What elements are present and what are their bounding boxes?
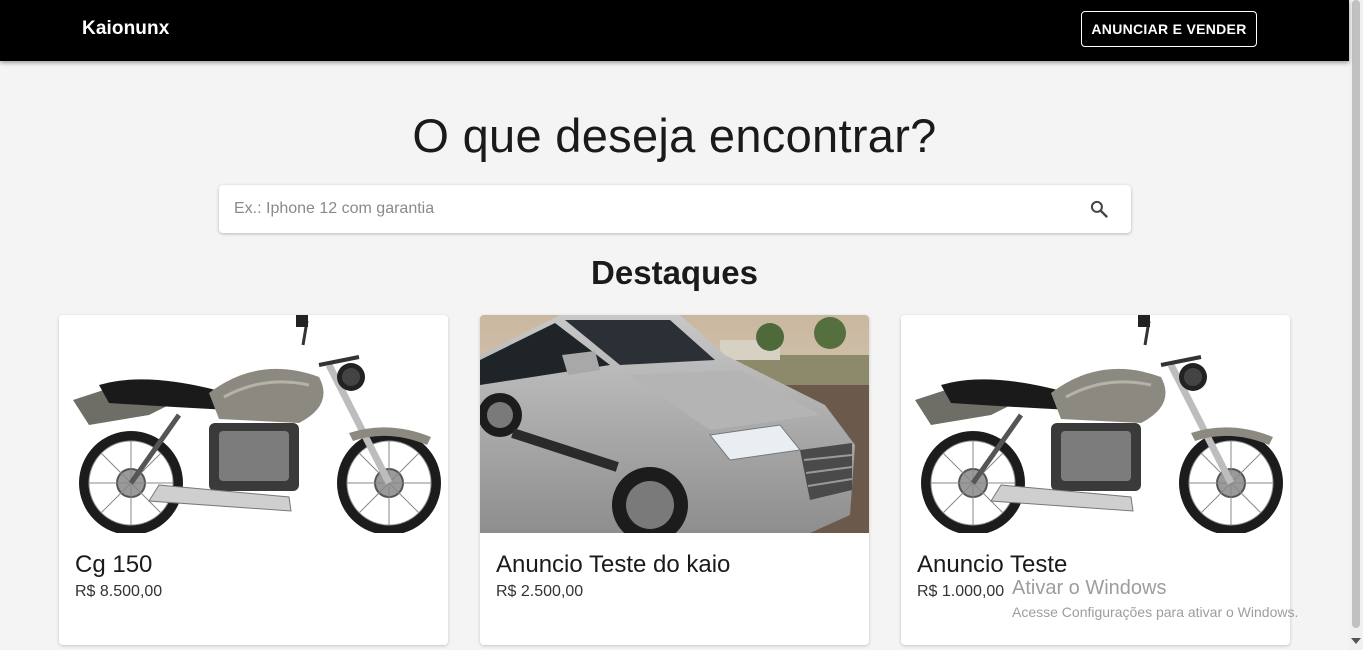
listing-title: Anuncio Teste do kaio [496,551,731,578]
scroll-down-arrow-icon[interactable] [1351,638,1361,644]
search-bar [219,185,1131,233]
listing-title: Anuncio Teste [917,551,1068,578]
section-title: Destaques [591,254,758,291]
search-button[interactable] [1079,189,1119,229]
motorcycle-image [59,315,448,533]
listing-image [901,315,1290,533]
listing-card[interactable]: Anuncio Teste R$ 1.000,00 [901,315,1290,645]
suv-car-image [480,315,869,533]
listing-title: Cg 150 [75,551,153,578]
app-bar: Kaionunx ANUNCIAR E VENDER [0,0,1349,61]
search-input[interactable] [219,185,1069,233]
listing-card[interactable]: Anuncio Teste do kaio R$ 2.500,00 [480,315,869,645]
sell-button[interactable]: ANUNCIAR E VENDER [1081,11,1257,47]
listing-image [59,315,448,533]
motorcycle-image [901,315,1290,533]
page-title: O que deseja encontrar? [412,109,937,162]
scrollbar-thumb[interactable] [1352,0,1360,628]
listing-price: R$ 8.500,00 [75,583,163,600]
brand-logo[interactable]: Kaionunx [82,18,169,40]
listing-card[interactable]: Cg 150 R$ 8.500,00 [59,315,448,645]
listing-price: R$ 2.500,00 [496,583,584,600]
listing-price: R$ 1.000,00 [917,583,1005,600]
search-icon [1090,200,1108,218]
listing-image [480,315,869,533]
